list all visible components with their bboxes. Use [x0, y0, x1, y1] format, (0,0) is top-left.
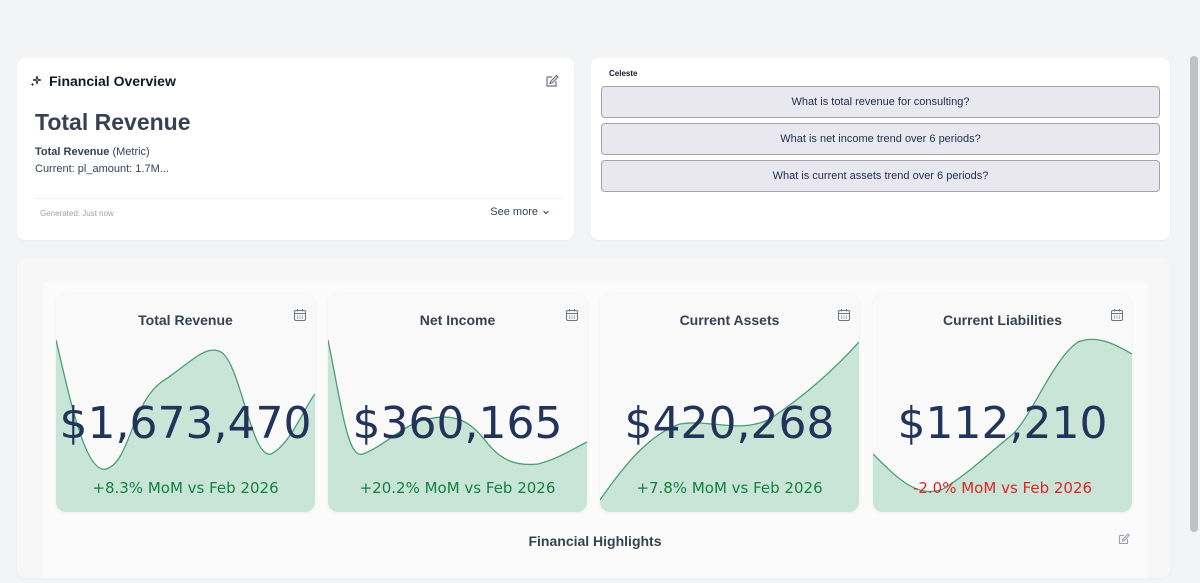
edit-icon[interactable]: [1117, 532, 1131, 546]
vertical-scrollbar[interactable]: [1190, 56, 1198, 532]
see-more-button[interactable]: See more: [490, 206, 550, 218]
kpi-title: Net Income: [419, 312, 496, 328]
assistant-name: Celeste: [609, 69, 638, 78]
metric-type: (Metric): [112, 146, 150, 158]
kpi-card-net-income: Net Income $360,165 +20.2% MoM vs Feb 20…: [328, 294, 587, 512]
kpi-card-current-assets: Current Assets $420,268 +7.8% MoM vs Feb…: [600, 294, 859, 512]
kpi-value: $360,165: [352, 398, 563, 449]
sparkles-icon: [30, 75, 42, 87]
assistant-card: Celeste What is total revenue for consul…: [591, 58, 1170, 240]
calendar-icon[interactable]: [565, 308, 579, 322]
current-value-line: Current: pl_amount: 1.7M...: [35, 163, 169, 175]
kpi-value: $112,210: [897, 398, 1108, 449]
metric-name: Total Revenue: [35, 146, 110, 158]
see-more-label: See more: [490, 206, 538, 218]
suggestion-button[interactable]: What is total revenue for consulting?: [601, 86, 1160, 118]
kpi-value: $420,268: [624, 398, 835, 449]
overview-title: Financial Overview: [49, 73, 176, 89]
kpi-delta: +20.2% MoM vs Feb 2026: [359, 479, 556, 497]
suggestion-button[interactable]: What is current assets trend over 6 peri…: [601, 160, 1160, 192]
kpi-panel: Total Revenue $1,673,470 +8.3% MoM vs Fe…: [43, 282, 1147, 578]
kpi-title: Current Assets: [679, 312, 780, 328]
kpi-delta: +7.8% MoM vs Feb 2026: [636, 479, 823, 497]
dashboard-section: Total Revenue $1,673,470 +8.3% MoM vs Fe…: [17, 258, 1170, 578]
calendar-icon[interactable]: [1110, 308, 1124, 322]
overview-header: Financial Overview: [30, 73, 176, 89]
highlights-title: Financial Highlights: [528, 533, 662, 549]
overview-heading: Total Revenue: [35, 109, 191, 135]
suggestion-button[interactable]: What is net income trend over 6 periods?: [601, 123, 1160, 155]
generated-timestamp: Generated: Just now: [40, 209, 114, 218]
metric-description: Total Revenue (Metric): [35, 146, 150, 158]
kpi-title: Total Revenue: [138, 312, 233, 328]
kpi-value: $1,673,470: [59, 398, 312, 449]
kpi-card-total-revenue: Total Revenue $1,673,470 +8.3% MoM vs Fe…: [56, 294, 315, 512]
divider: [35, 198, 562, 199]
chevron-down-icon: [543, 210, 549, 215]
kpi-title: Current Liabilities: [942, 312, 1063, 328]
kpi-card-current-liabilities: Current Liabilities $112,210 -2.0% MoM v…: [873, 294, 1132, 512]
calendar-icon[interactable]: [837, 308, 851, 322]
financial-overview-card: Financial Overview Total Revenue Total R…: [17, 58, 574, 240]
kpi-delta: +8.3% MoM vs Feb 2026: [92, 479, 279, 497]
calendar-icon[interactable]: [293, 308, 307, 322]
kpi-delta: -2.0% MoM vs Feb 2026: [912, 479, 1093, 497]
edit-icon[interactable]: [544, 73, 560, 89]
